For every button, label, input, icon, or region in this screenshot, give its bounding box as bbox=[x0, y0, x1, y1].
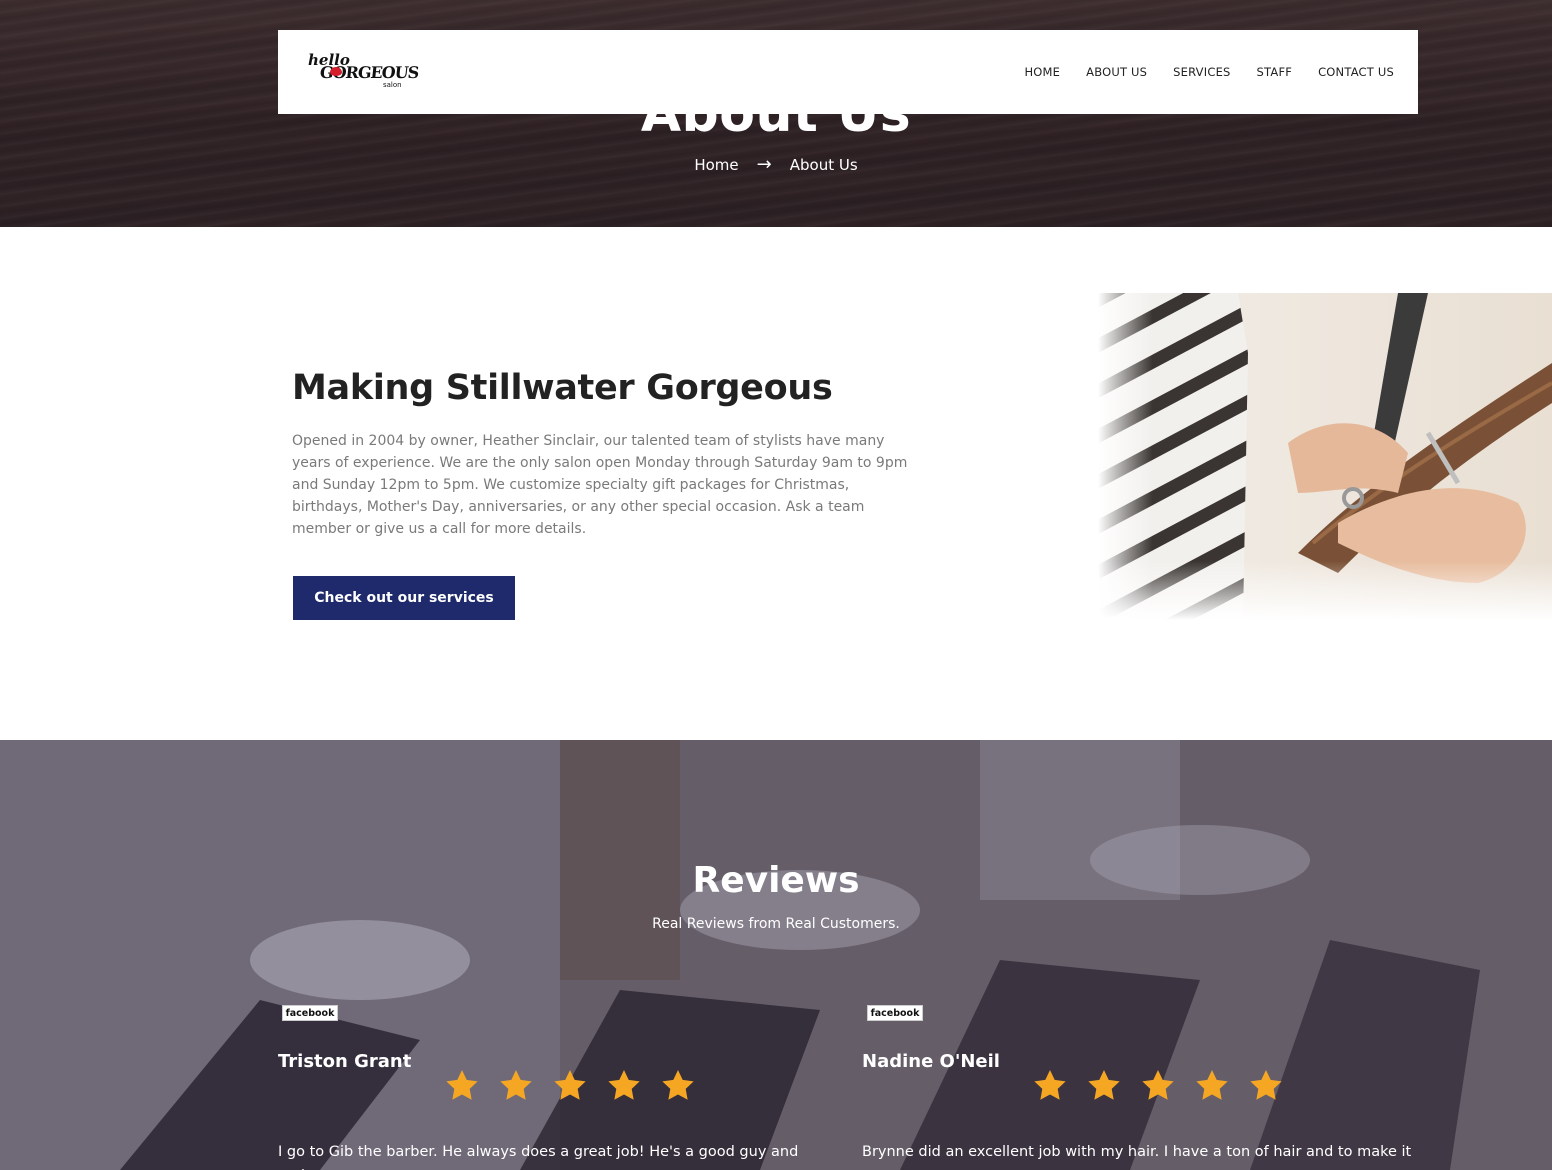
nav-item-contact-us[interactable]: CONTACT US bbox=[1318, 65, 1394, 79]
reviewer-name: Nadine O'Neil bbox=[862, 1051, 1000, 1072]
star-icon bbox=[662, 1070, 694, 1100]
reviews-title: Reviews bbox=[692, 860, 860, 901]
breadcrumb-home-link[interactable]: Home bbox=[694, 156, 738, 174]
star-icon bbox=[1250, 1070, 1282, 1100]
star-icon bbox=[1142, 1070, 1174, 1100]
reviews-section: Reviews Real Reviews from Real Customers… bbox=[0, 740, 1552, 1170]
review-text: Brynne did an excellent job with my hair… bbox=[862, 1144, 1412, 1160]
star-icon bbox=[554, 1070, 586, 1100]
facebook-icon[interactable]: facebook bbox=[282, 1005, 338, 1021]
nav-item-services[interactable]: SERVICES bbox=[1173, 65, 1230, 79]
salon-background-photo bbox=[0, 740, 1552, 1170]
star-icon bbox=[608, 1070, 640, 1100]
nav-item-about-us[interactable]: ABOUT US bbox=[1086, 65, 1147, 79]
reviews-subtitle: Real Reviews from Real Customers. bbox=[652, 916, 900, 932]
about-description: Opened in 2004 by owner, Heather Sinclai… bbox=[292, 433, 908, 537]
services-cta-button[interactable]: Check out our services bbox=[293, 576, 515, 620]
breadcrumb: Home → About Us bbox=[0, 154, 1552, 175]
nav-item-staff[interactable]: STAFF bbox=[1257, 65, 1293, 79]
arrow-right-icon: → bbox=[756, 154, 772, 175]
top-navbar: hello GORGEOUS salon HOME ABOUT US SERVI… bbox=[278, 30, 1418, 114]
main-nav: HOME ABOUT US SERVICES STAFF CONTACT US bbox=[1024, 65, 1394, 79]
haircut-photo-illustration bbox=[1098, 293, 1552, 620]
logo-text-salon: salon bbox=[383, 81, 402, 89]
haircut-photo bbox=[1098, 293, 1552, 620]
star-rating bbox=[446, 1070, 694, 1100]
nav-item-home[interactable]: HOME bbox=[1024, 65, 1060, 79]
star-icon bbox=[1196, 1070, 1228, 1100]
facebook-icon[interactable]: facebook bbox=[867, 1005, 923, 1021]
star-icon bbox=[1034, 1070, 1066, 1100]
site-logo[interactable]: hello GORGEOUS salon bbox=[308, 51, 419, 93]
reviewer-name: Triston Grant bbox=[278, 1051, 412, 1072]
review-text: I go to Gib the barber. He always does a… bbox=[278, 1144, 799, 1170]
about-heading: Making Stillwater Gorgeous bbox=[292, 368, 833, 408]
breadcrumb-current: About Us bbox=[789, 156, 858, 174]
star-rating bbox=[1034, 1070, 1282, 1100]
star-icon bbox=[1088, 1070, 1120, 1100]
star-icon bbox=[446, 1070, 478, 1100]
lips-icon bbox=[330, 67, 342, 76]
star-icon bbox=[500, 1070, 532, 1100]
